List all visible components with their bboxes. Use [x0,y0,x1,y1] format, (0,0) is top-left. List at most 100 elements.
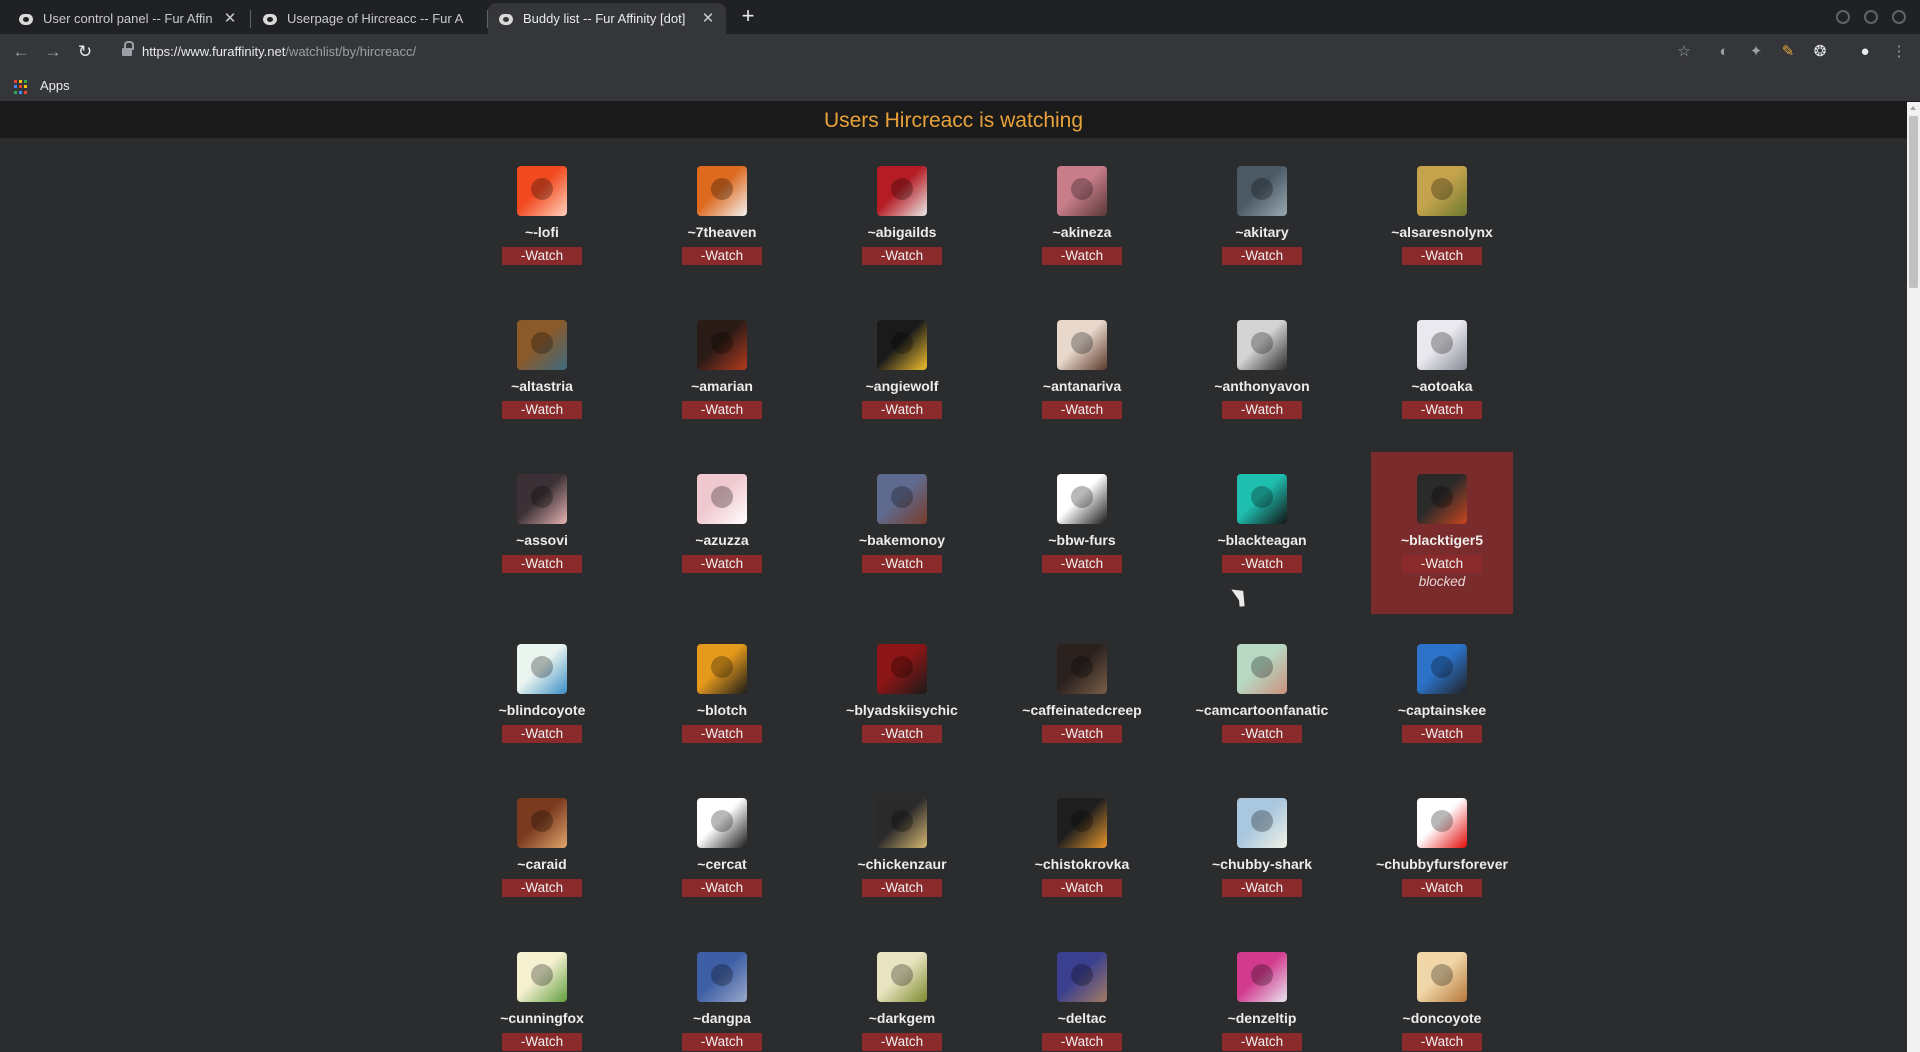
username-link[interactable]: ~blacktiger5 [1371,532,1513,548]
user-avatar[interactable] [517,474,567,524]
unwatch-button[interactable]: -Watch [502,879,582,897]
unwatch-button[interactable]: -Watch [1222,401,1302,419]
unwatch-button[interactable]: -Watch [682,879,762,897]
username-link[interactable]: ~chickenzaur [831,856,973,872]
unwatch-button[interactable]: -Watch [862,1033,942,1051]
unwatch-button[interactable]: -Watch [862,555,942,573]
unwatch-button[interactable]: -Watch [682,401,762,419]
user-avatar[interactable] [1417,644,1467,694]
username-link[interactable]: ~caffeinatedcreep [1011,702,1153,718]
username-link[interactable]: ~dangpa [651,1010,793,1026]
username-link[interactable]: ~altastria [471,378,613,394]
user-avatar[interactable] [1237,644,1287,694]
user-avatar[interactable] [1237,952,1287,1002]
user-avatar[interactable] [1057,166,1107,216]
unwatch-button[interactable]: -Watch [1042,401,1122,419]
close-tab-icon[interactable]: ✕ [700,10,716,27]
unwatch-button[interactable]: -Watch [1402,401,1482,419]
user-avatar[interactable] [1237,320,1287,370]
username-link[interactable]: ~akineza [1011,224,1153,240]
username-link[interactable]: ~chubbyfursforever [1371,856,1513,872]
username-link[interactable]: ~caraid [471,856,613,872]
username-link[interactable]: ~azuzza [651,532,793,548]
extension-icon[interactable]: ✦ [1746,42,1766,62]
user-avatar[interactable] [517,644,567,694]
unwatch-button[interactable]: -Watch [1222,725,1302,743]
profile-avatar-icon[interactable]: ● [1855,42,1875,62]
user-avatar[interactable] [697,320,747,370]
tab-buddy-list[interactable]: Buddy list -- Fur Affinity [dot] ✕ [488,3,726,34]
username-link[interactable]: ~blyadskiisychic [831,702,973,718]
address-bar[interactable]: https://www.furaffinity.net/watchlist/by… [110,38,1700,66]
user-avatar[interactable] [877,320,927,370]
username-link[interactable]: ~amarian [651,378,793,394]
apps-bookmark-label[interactable]: Apps [40,78,70,93]
username-link[interactable]: ~angiewolf [831,378,973,394]
user-avatar[interactable] [517,320,567,370]
username-link[interactable]: ~darkgem [831,1010,973,1026]
tab-user-control-panel[interactable]: User control panel -- Fur Affin ✕ [8,3,248,34]
username-link[interactable]: ~doncoyote [1371,1010,1513,1026]
user-avatar[interactable] [1057,798,1107,848]
scroll-up-arrow-icon[interactable] [1907,102,1920,115]
username-link[interactable]: ~blindcoyote [471,702,613,718]
username-link[interactable]: ~assovi [471,532,613,548]
extension-icon[interactable]: ✎ [1778,42,1798,62]
unwatch-button[interactable]: -Watch [1042,1033,1122,1051]
user-avatar[interactable] [517,952,567,1002]
window-maximize-button[interactable] [1864,10,1878,24]
username-link[interactable]: ~alsaresnolynx [1371,224,1513,240]
window-close-button[interactable] [1892,10,1906,24]
unwatch-button[interactable]: -Watch [1042,247,1122,265]
username-link[interactable]: ~bbw-furs [1011,532,1153,548]
user-avatar[interactable] [1237,166,1287,216]
unwatch-button[interactable]: -Watch [1402,725,1482,743]
unwatch-button[interactable]: -Watch [1222,247,1302,265]
tab-userpage[interactable]: Userpage of Hircreacc -- Fur A [252,3,484,34]
user-avatar[interactable] [1417,166,1467,216]
unwatch-button[interactable]: -Watch [1402,247,1482,265]
unwatch-button[interactable]: -Watch [862,247,942,265]
reload-button[interactable]: ↻ [74,41,96,63]
user-avatar[interactable] [877,474,927,524]
unwatch-button[interactable]: -Watch [682,1033,762,1051]
user-avatar[interactable] [1417,320,1467,370]
user-avatar[interactable] [697,952,747,1002]
username-link[interactable]: ~deltac [1011,1010,1153,1026]
user-avatar[interactable] [517,166,567,216]
apps-grid-icon[interactable] [14,80,28,94]
window-minimize-button[interactable] [1836,10,1850,24]
unwatch-button[interactable]: -Watch [1222,555,1302,573]
username-link[interactable]: ~cercat [651,856,793,872]
username-link[interactable]: ~chubby-shark [1191,856,1333,872]
username-link[interactable]: ~abigailds [831,224,973,240]
user-avatar[interactable] [1057,952,1107,1002]
scrollbar-thumb[interactable] [1909,116,1918,288]
new-tab-button[interactable]: + [737,5,759,28]
user-avatar[interactable] [697,474,747,524]
user-avatar[interactable] [1237,798,1287,848]
unwatch-button[interactable]: -Watch [682,555,762,573]
unwatch-button[interactable]: -Watch [502,725,582,743]
unwatch-button[interactable]: -Watch [862,879,942,897]
user-avatar[interactable] [1237,474,1287,524]
unwatch-button[interactable]: -Watch [862,725,942,743]
unwatch-button[interactable]: -Watch [682,247,762,265]
username-link[interactable]: ~aotoaka [1371,378,1513,394]
username-link[interactable]: ~blotch [651,702,793,718]
menu-kebab-icon[interactable]: ⋮ [1889,42,1909,62]
extension-icon[interactable]: ◐ [1714,42,1734,62]
user-avatar[interactable] [517,798,567,848]
user-avatar[interactable] [877,166,927,216]
username-link[interactable]: ~bakemonoy [831,532,973,548]
user-avatar[interactable] [1057,644,1107,694]
close-tab-icon[interactable]: ✕ [222,10,238,27]
username-link[interactable]: ~denzeltip [1191,1010,1333,1026]
username-link[interactable]: ~akitary [1191,224,1333,240]
unwatch-button[interactable]: -Watch [1402,555,1482,573]
back-button[interactable]: ← [10,41,32,63]
unwatch-button[interactable]: -Watch [1402,879,1482,897]
forward-button[interactable]: → [42,41,64,63]
unwatch-button[interactable]: -Watch [682,725,762,743]
username-link[interactable]: ~antanariva [1011,378,1153,394]
